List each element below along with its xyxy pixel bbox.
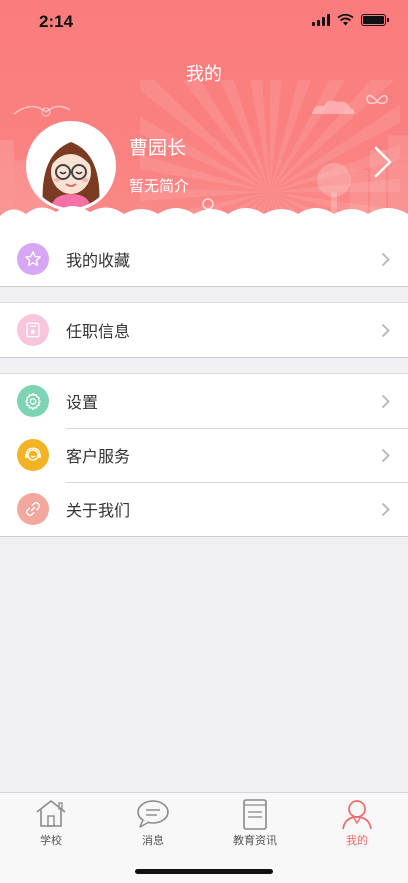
headset-icon: [25, 447, 41, 461]
user-bio: 暂无简介: [129, 177, 190, 195]
page-title: 我的: [186, 64, 222, 85]
cellular-signal-icon: [312, 14, 330, 26]
tab-mine-label: 我的: [346, 834, 368, 847]
cloud-border-decoration: [0, 206, 408, 232]
tab-mine[interactable]: 我的: [306, 793, 408, 851]
butterfly-decoration: [366, 94, 388, 105]
cloud-small-decoration: [312, 100, 355, 114]
menu-item-job-info[interactable]: 任职信息: [0, 303, 408, 357]
chevron-right-icon: [381, 252, 390, 267]
menu-group-favorites: 我的收藏: [0, 232, 408, 287]
link-icon: [25, 501, 41, 517]
leaf-decoration: [13, 105, 71, 117]
chevron-right-icon: [381, 448, 390, 463]
menu-item-settings-label: 设置: [66, 393, 99, 412]
home-indicator: [135, 869, 273, 874]
tab-education-news-label: 教育资讯: [233, 834, 277, 847]
status-bar: 2:14: [0, 0, 408, 44]
person-icon: [342, 800, 372, 830]
profile-header: 2:14 我的 曹园长 暂无简介: [0, 0, 408, 232]
headset-icon-badge: [17, 439, 49, 471]
menu-group-job: 任职信息: [0, 302, 408, 358]
chat-bubble-icon: [137, 800, 169, 828]
link-icon-badge: [17, 493, 49, 525]
status-time: 2:14: [39, 12, 74, 31]
gear-icon: [25, 392, 41, 410]
id-card-icon: [26, 322, 40, 338]
id-card-icon-badge: [17, 314, 49, 346]
status-icons: [312, 14, 389, 26]
menu-item-customer-service[interactable]: 客户服务: [0, 428, 408, 482]
tab-messages[interactable]: 消息: [102, 793, 204, 851]
chevron-right-icon: [381, 502, 390, 517]
menu-item-job-info-label: 任职信息: [66, 322, 131, 341]
chevron-right-icon: [381, 394, 390, 409]
tab-education-news[interactable]: 教育资讯: [204, 793, 306, 851]
chevron-right-icon: [381, 323, 390, 338]
menu-group-settings: 设置 客户服务 关于我们: [0, 373, 408, 537]
menu-item-about[interactable]: 关于我们: [0, 482, 408, 536]
gear-icon-badge: [17, 385, 49, 417]
profile-chevron-right-icon[interactable]: [374, 146, 392, 178]
tab-school[interactable]: 学校: [0, 793, 102, 851]
star-icon-badge: [17, 243, 49, 275]
menu-item-customer-service-label: 客户服务: [66, 447, 131, 466]
house-icon: [36, 800, 66, 827]
menu-item-favorites[interactable]: 我的收藏: [0, 232, 408, 286]
menu-item-about-label: 关于我们: [66, 501, 131, 520]
wifi-icon: [337, 14, 354, 26]
tab-messages-label: 消息: [142, 834, 164, 847]
menu-item-settings[interactable]: 设置: [0, 374, 408, 428]
star-icon: [25, 251, 41, 266]
battery-icon: [361, 14, 389, 26]
user-name[interactable]: 曹园长: [129, 133, 186, 160]
tab-school-label: 学校: [40, 834, 62, 847]
book-icon: [243, 799, 267, 830]
menu-item-favorites-label: 我的收藏: [66, 251, 131, 270]
